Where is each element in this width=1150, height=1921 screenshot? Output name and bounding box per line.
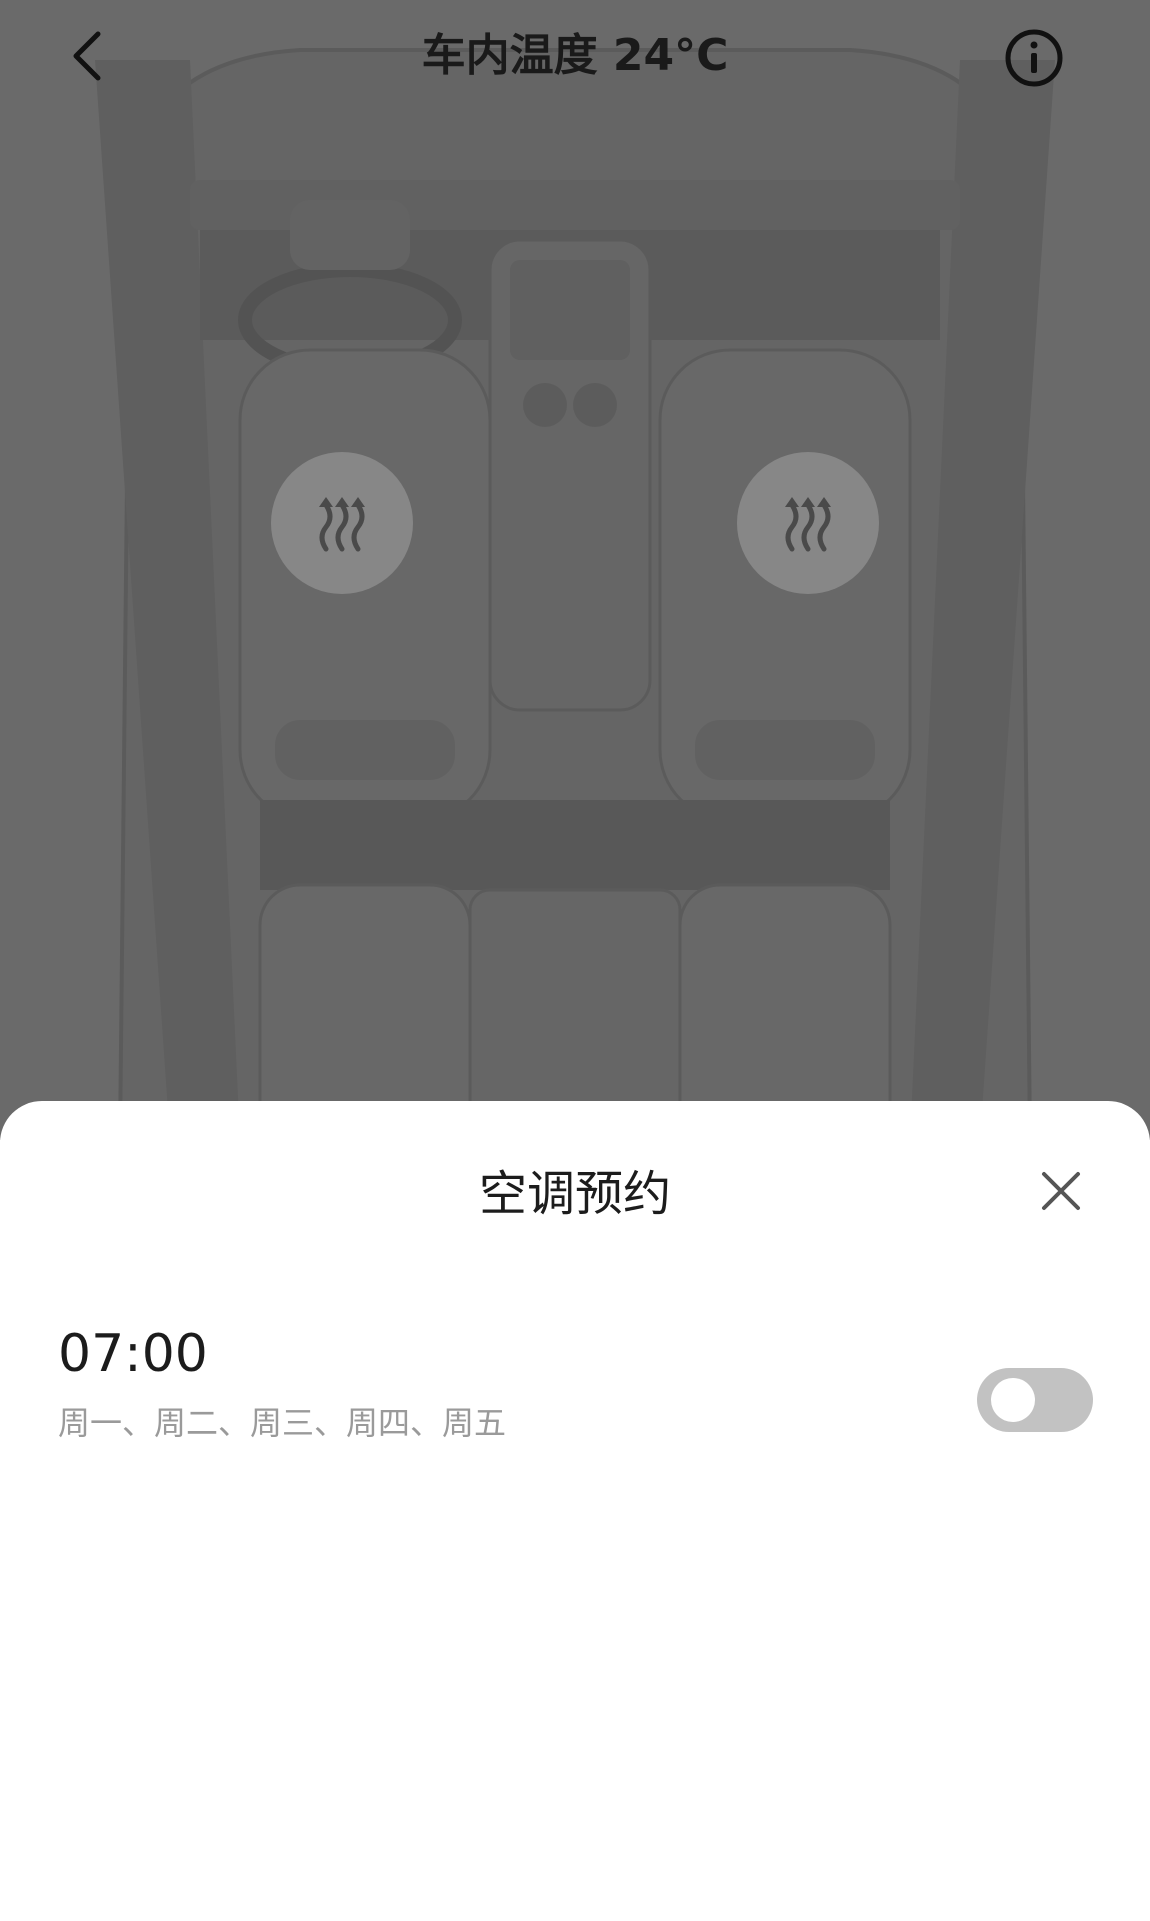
close-icon <box>1042 1172 1080 1210</box>
page-title: 车内温度 24°C <box>421 30 729 81</box>
sheet-title: 空调预约 <box>478 1166 671 1222</box>
heat-waves-icon <box>785 497 831 552</box>
top-navigation-bar: 车内温度 24°C <box>0 0 1150 112</box>
ac-schedule-sheet: 空调预约 07:00 周一、周二、周三、周四、周五 <box>0 1101 1150 1921</box>
schedule-repeat-days: 周一、周二、周三、周四、周五 <box>58 1404 507 1442</box>
passenger-seat-heating-button[interactable] <box>737 452 879 594</box>
info-button[interactable] <box>1003 27 1065 89</box>
car-interior-view <box>0 0 1150 1140</box>
chevron-left-icon <box>73 31 101 81</box>
back-button[interactable] <box>54 24 118 88</box>
ac-schedule-screen: 车内温度 24°C 空调预约 07:00 周一、周二、周三、周四、周五 <box>0 0 1150 1921</box>
dim-overlay[interactable] <box>0 0 1150 1140</box>
info-icon <box>1005 29 1063 87</box>
toggle-knob <box>991 1378 1035 1422</box>
schedule-enable-toggle[interactable] <box>977 1368 1093 1432</box>
driver-seat-heating-button[interactable] <box>271 452 413 594</box>
schedule-item[interactable]: 07:00 周一、周二、周三、周四、周五 <box>0 1311 1150 1471</box>
schedule-time: 07:00 <box>58 1324 208 1384</box>
heat-waves-icon <box>319 497 365 552</box>
close-button[interactable] <box>1036 1166 1086 1216</box>
